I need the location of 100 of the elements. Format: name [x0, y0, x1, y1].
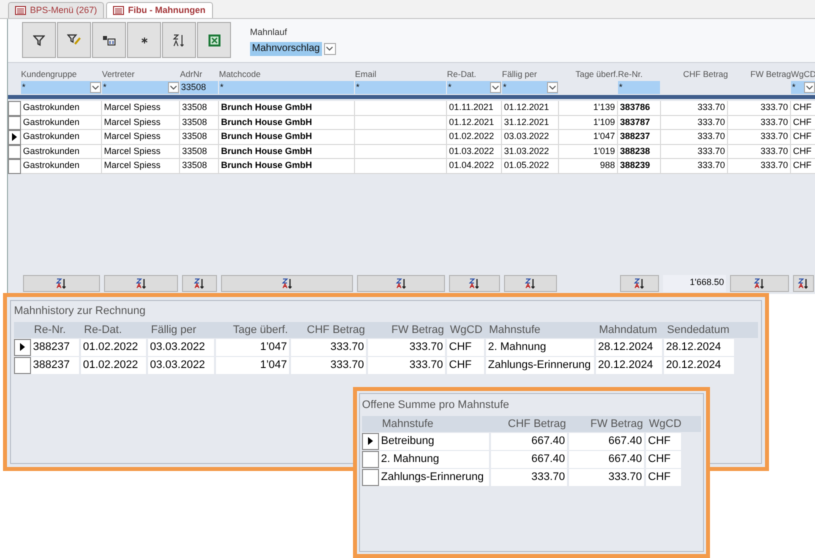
dropdown-toggle[interactable] — [547, 82, 558, 93]
filter-edit-icon — [67, 34, 81, 46]
sort-button[interactable] — [182, 275, 217, 292]
column-header: WgCD — [449, 322, 484, 338]
table-cell: 333.70 — [291, 338, 368, 356]
table-cell: 01.02.2022 — [81, 338, 148, 356]
sort-button[interactable] — [449, 275, 500, 292]
dropdown-toggle[interactable] — [490, 82, 501, 93]
table-cell: Brunch House GmbH — [219, 130, 355, 144]
total-field: 1'668.50 — [663, 275, 726, 292]
filter-field[interactable]: * — [355, 81, 446, 94]
filter-field[interactable]: * — [618, 81, 660, 94]
table-cell: 667.40 — [569, 450, 646, 468]
table-cell: 28.12.2024 — [664, 338, 736, 356]
table-cell: 1'139 — [559, 101, 618, 116]
table-cell: 333.70 — [368, 338, 447, 356]
table-cell: CHF — [791, 116, 815, 130]
table-cell: 1'019 — [559, 144, 618, 159]
toolbar-button[interactable] — [22, 22, 56, 58]
filter-field[interactable]: * — [502, 81, 558, 94]
row-selector[interactable] — [14, 338, 31, 356]
table-cell: 33508 — [180, 130, 219, 144]
column-header: Re-Dat. — [447, 68, 478, 81]
filter-field[interactable]: * — [447, 81, 501, 94]
column-header: Tage überf. — [232, 322, 289, 338]
caret-icon — [92, 85, 99, 90]
table-cell: 03.03.2022 — [148, 356, 216, 374]
table-cell: 33508 — [180, 116, 219, 130]
table-cell: 383786 — [618, 101, 661, 116]
column-header: Fällig per — [502, 68, 538, 81]
sort-icon — [396, 278, 406, 289]
form-icon — [15, 6, 26, 15]
tab[interactable]: BPS-Menü (267) — [8, 2, 104, 18]
column-header: FW Betrag — [390, 322, 445, 338]
filter-icon — [33, 34, 45, 46]
sort-button[interactable] — [730, 275, 789, 292]
table-cell: 333.70 — [368, 356, 447, 374]
row-selector[interactable] — [8, 130, 21, 144]
table-cell: 988 — [559, 159, 618, 174]
dropdown-toggle[interactable] — [90, 82, 101, 93]
filter-field[interactable]: * — [21, 81, 101, 94]
column-header: Email — [355, 68, 378, 81]
sort-icon — [56, 278, 67, 289]
table-cell: CHF — [791, 144, 815, 159]
sort-icon — [525, 278, 536, 289]
table-cell: 31.03.2022 — [502, 144, 559, 159]
table-cell: Brunch House GmbH — [219, 116, 355, 130]
toolbar-button[interactable] — [162, 22, 196, 58]
table-cell: 388238 — [618, 144, 661, 159]
dropdown-toggle[interactable] — [168, 82, 179, 93]
caret-icon — [326, 46, 334, 51]
row-selector[interactable] — [362, 432, 379, 450]
filter-field[interactable]: 33508 — [180, 81, 218, 94]
table-cell: 20.12.2024 — [596, 356, 664, 374]
toolbar-button[interactable] — [197, 22, 231, 58]
table-cell: 388237 — [31, 356, 81, 374]
caret-icon — [549, 85, 556, 90]
table-cell: CHF — [447, 356, 486, 374]
table-cell: Marcel Spiess — [102, 130, 180, 144]
table-cell: 383787 — [618, 116, 661, 130]
sort-button[interactable] — [620, 275, 659, 292]
table-cell: 1’047 — [216, 338, 291, 356]
table-cell: 333.70 — [661, 116, 728, 130]
column-header: Re-Dat. — [83, 322, 123, 338]
filter-field[interactable]: * — [791, 81, 815, 94]
table-cell: 667.40 — [569, 432, 646, 450]
filter-field[interactable]: * — [219, 81, 354, 94]
column-header: Fällig per — [150, 322, 198, 338]
toolbar-button[interactable] — [57, 22, 91, 58]
sort-icon — [136, 278, 146, 289]
sort-icon — [194, 278, 205, 289]
sort-button[interactable] — [793, 275, 814, 292]
table-cell: 01.05.2022 — [502, 159, 559, 174]
filter-field[interactable]: * — [102, 81, 179, 94]
table-cell: Marcel Spiess — [102, 144, 180, 159]
dropdown-toggle[interactable] — [804, 82, 815, 93]
current-row-icon — [20, 343, 25, 351]
table-cell: CHF — [646, 468, 683, 486]
sort-icon — [634, 278, 645, 289]
table-cell: Marcel Spiess — [102, 101, 180, 116]
table-cell: Brunch House GmbH — [219, 144, 355, 159]
current-row-icon — [368, 437, 373, 445]
table-cell: 01.12.2021 — [447, 116, 502, 130]
column-header: CHF Betrag — [306, 322, 366, 338]
column-header: AdrNr — [180, 68, 204, 81]
table-cell: 1'047 — [559, 130, 618, 144]
tab[interactable]: Fibu - Mahnungen — [106, 2, 213, 18]
sort-button[interactable] — [504, 275, 557, 292]
table-cell: CHF — [646, 450, 683, 468]
toolbar-button[interactable] — [92, 22, 126, 58]
table-cell: Brunch House GmbH — [219, 159, 355, 174]
column-header: Kundengruppe — [21, 68, 78, 81]
column-header: Re-Nr. — [33, 322, 67, 338]
table-cell: Gastrokunden — [21, 144, 102, 159]
table-cell: 01.02.2022 — [447, 130, 502, 144]
table-cell: CHF — [791, 130, 815, 144]
table-cell: 01.02.2022 — [81, 356, 148, 374]
table-cell: CHF — [791, 101, 815, 116]
table-cell: 01.12.2021 — [502, 101, 559, 116]
table-cell: 333.70 — [728, 159, 791, 174]
